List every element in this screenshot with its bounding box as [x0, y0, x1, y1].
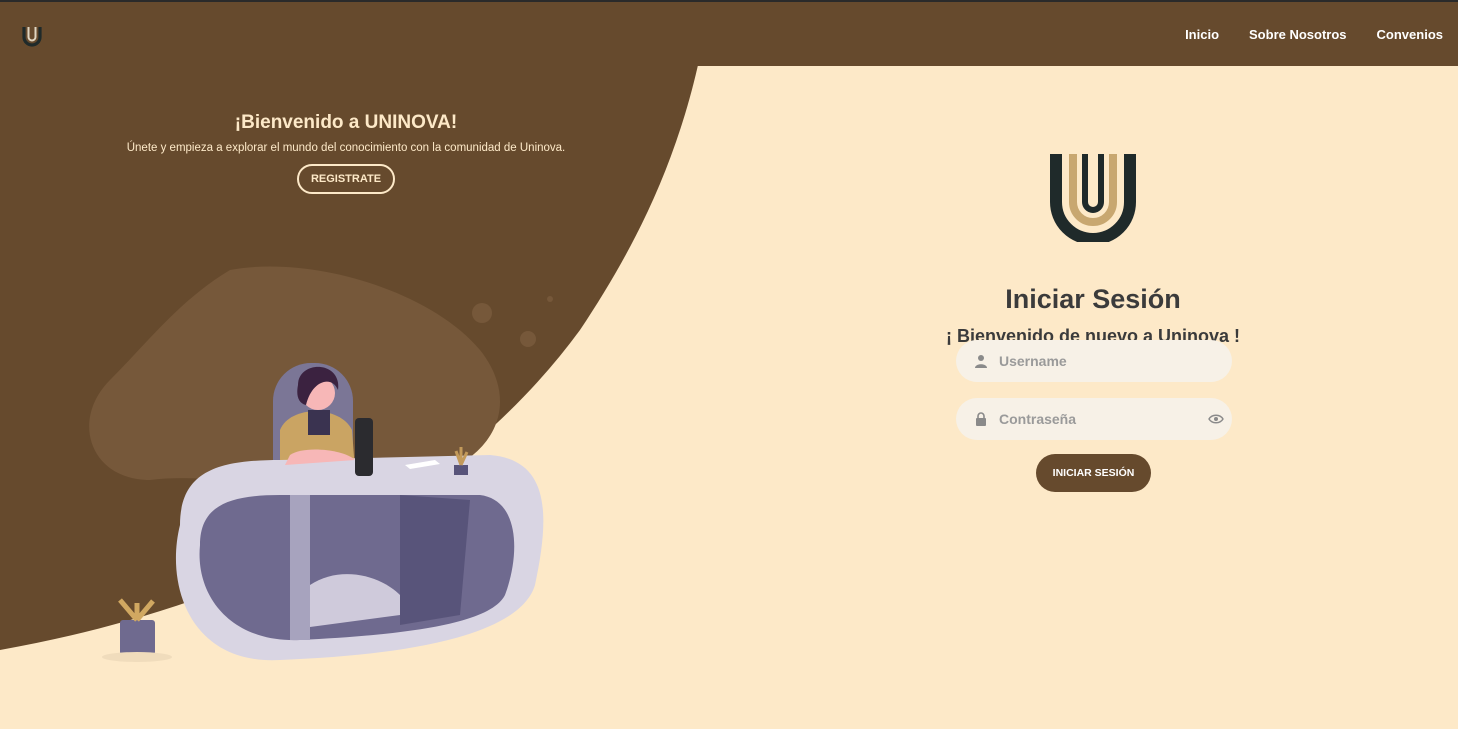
u-logo-icon — [1050, 154, 1136, 242]
user-icon — [975, 355, 987, 368]
lock-icon — [976, 412, 986, 426]
nav-link-convenios[interactable]: Convenios — [1377, 27, 1443, 42]
password-input[interactable] — [999, 398, 1199, 440]
login-title: Iniciar Sesión — [1005, 284, 1181, 315]
login-button[interactable]: INICIAR SESIÓN — [1036, 454, 1151, 492]
top-navbar: Inicio Sobre Nosotros Convenios — [0, 0, 1458, 66]
welcome-panel: ¡Bienvenido a UNINOVA! Únete y empieza a… — [96, 112, 596, 194]
u-logo-icon[interactable] — [20, 24, 44, 48]
welcome-subtitle: Únete y empieza a explorar el mundo del … — [126, 142, 566, 154]
username-field[interactable] — [956, 340, 1232, 382]
nav-link-inicio[interactable]: Inicio — [1185, 27, 1219, 42]
person-at-desk-illustration — [102, 363, 544, 662]
nav-link-sobre-nosotros[interactable]: Sobre Nosotros — [1249, 27, 1347, 42]
nav-links: Inicio Sobre Nosotros Convenios — [1185, 27, 1443, 42]
username-input[interactable] — [999, 340, 1199, 382]
password-field[interactable] — [956, 398, 1232, 440]
register-button[interactable]: REGISTRATE — [297, 164, 395, 194]
welcome-title: ¡Bienvenido a UNINOVA! — [234, 112, 458, 133]
eye-icon[interactable] — [1208, 412, 1224, 426]
